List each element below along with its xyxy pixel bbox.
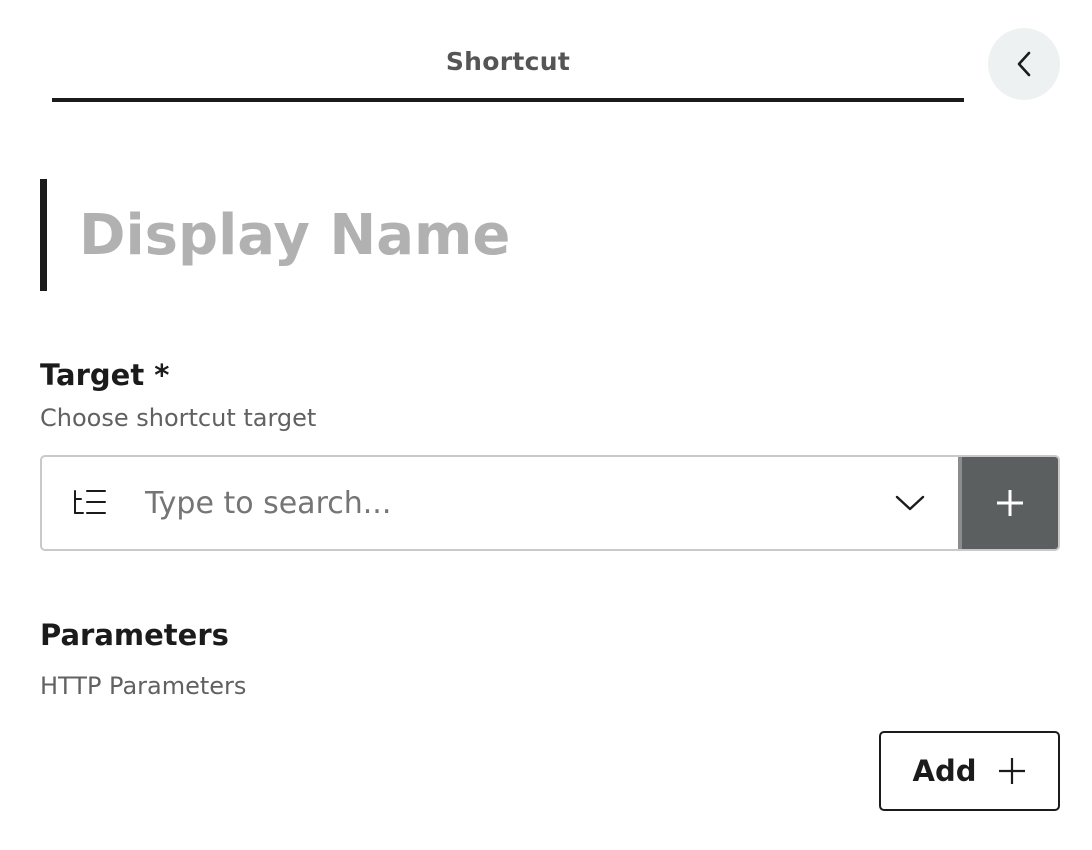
tab-label: Shortcut xyxy=(445,47,571,76)
tab-shortcut[interactable]: Shortcut xyxy=(52,40,964,102)
add-button-label: Add xyxy=(912,754,977,788)
display-name-field xyxy=(40,179,1060,291)
back-button[interactable] xyxy=(988,28,1060,100)
target-select xyxy=(40,455,1060,551)
chevron-left-icon xyxy=(1017,51,1031,77)
target-description: Choose shortcut target xyxy=(40,404,317,432)
chevron-down-icon[interactable] xyxy=(895,493,925,513)
add-parameter-button[interactable]: Add xyxy=(879,731,1060,811)
display-name-input[interactable] xyxy=(79,202,1039,268)
parameters-title: Parameters xyxy=(40,618,229,652)
parameters-description: HTTP Parameters xyxy=(40,672,247,700)
add-target-button[interactable] xyxy=(958,457,1058,549)
tree-list-icon xyxy=(74,490,106,514)
plus-icon xyxy=(997,490,1023,516)
target-search-input[interactable] xyxy=(145,457,895,549)
plus-icon xyxy=(999,758,1026,784)
shortcut-editor-panel: Shortcut Target * Choose shortcut target xyxy=(0,0,1092,850)
target-title: Target * xyxy=(40,358,170,392)
